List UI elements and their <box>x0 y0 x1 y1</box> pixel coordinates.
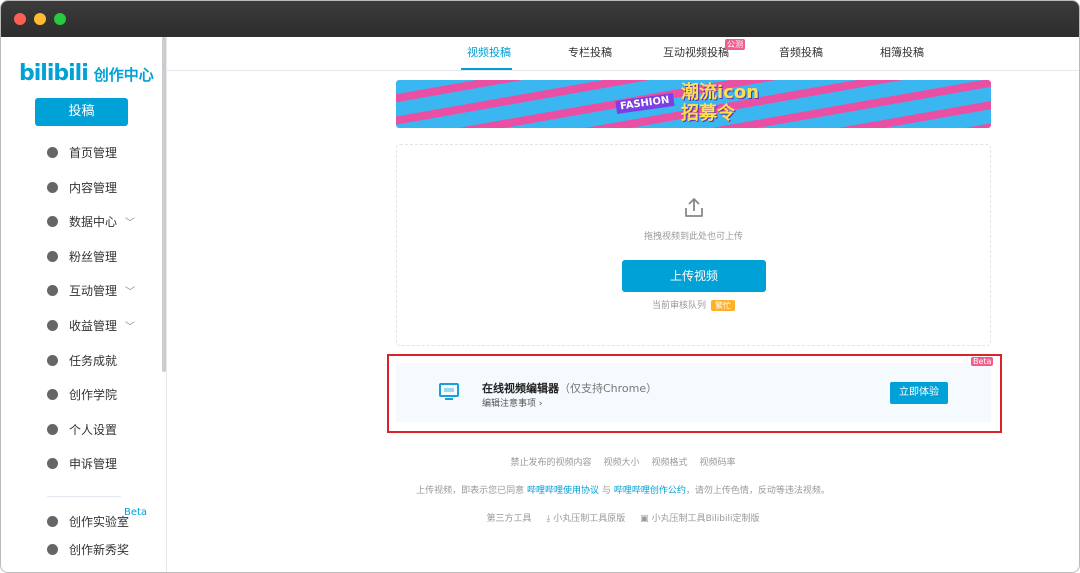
data-icon <box>47 215 58 227</box>
sidebar-item[interactable]: 数据中心 ﹀ <box>47 211 135 231</box>
gear-icon <box>47 423 58 435</box>
sidebar-item-label: 申诉管理 <box>69 456 118 471</box>
tool-original[interactable]: ⤓ 小丸压制工具原版 <box>546 514 625 524</box>
chevron-down-icon[interactable]: ﹀ <box>125 318 135 333</box>
usage-agreement-link[interactable]: 哔哩哔哩使用协议 <box>527 486 599 496</box>
sidebar-item-label: 数据中心 <box>69 214 118 229</box>
sidebar-item-label: 个人设置 <box>69 422 118 437</box>
sidebar-item[interactable]: 互动管理 ﹀ <box>47 280 135 300</box>
logo[interactable]: bilibili 创作中心 <box>19 61 154 86</box>
monitor-icon <box>439 383 459 400</box>
logo-text: bilibili <box>19 61 89 86</box>
footer-link[interactable]: 视频大小 <box>603 458 639 468</box>
tool-bilibili[interactable]: ▣ 小丸压制工具Bilibili定制版 <box>640 514 759 524</box>
income-icon <box>47 319 58 331</box>
sidebar-scrollbar[interactable] <box>162 37 166 372</box>
home-icon <box>47 146 58 158</box>
sidebar-item[interactable]: 创作新秀奖 <box>47 539 129 559</box>
maximize-window-button[interactable] <box>54 13 66 25</box>
footer-link[interactable]: 视频码率 <box>700 458 736 468</box>
beta-badge: Beta <box>124 507 148 518</box>
chevron-down-icon[interactable]: ﹀ <box>125 214 135 229</box>
banner-tag: FASHION <box>615 93 675 114</box>
beta-badge: Beta <box>971 357 994 366</box>
busy-badge: 繁忙 <box>711 300 735 311</box>
tab-interactive-video[interactable]: 互动视频投稿 <box>663 44 729 60</box>
sidebar-item[interactable]: 收益管理 ﹀ <box>47 315 135 335</box>
banner-title: 潮流icon 招募令 <box>681 82 760 124</box>
creator-convention-link[interactable]: 哔哩哔哩创作公约 <box>614 486 686 496</box>
active-tab-indicator <box>461 68 512 70</box>
medal-icon <box>47 354 58 366</box>
footer-link[interactable]: 禁止发布的视频内容 <box>510 458 591 468</box>
queue-status: 当前审核队列 繁忙 <box>397 298 990 311</box>
upload-hint: 拖拽视频到此处也可上传 <box>643 232 743 242</box>
third-party-tools: 第三方工具 ⤓ 小丸压制工具原版 ▣ 小丸压制工具Bilibili定制版 <box>167 511 1079 524</box>
editor-title: 在线视频编辑器（仅支持Chrome） <box>482 382 658 395</box>
tv-icon: ▣ <box>640 514 649 524</box>
chevron-down-icon[interactable]: ﹀ <box>125 283 135 298</box>
browser-window: bilibili 创作中心 投稿 首页管理 内容管理 数据中心 ﹀ 粉丝管理 互动管理 ﹀ 收益… <box>0 0 1080 573</box>
sidebar-item[interactable]: 创作实验室 <box>47 511 129 531</box>
sidebar-item[interactable]: 申诉管理 <box>47 453 117 473</box>
post-button[interactable]: 投稿 <box>35 98 128 126</box>
promo-banner[interactable]: FASHION 潮流icon 招募令 <box>396 80 991 128</box>
tab-video[interactable]: 视频投稿 <box>467 44 511 60</box>
sidebar-item[interactable]: 内容管理 <box>47 177 117 197</box>
logo-suffix: 创作中心 <box>93 66 154 84</box>
tab-audio[interactable]: 音频投稿 <box>779 44 823 60</box>
sidebar-item-label: 收益管理 <box>69 318 118 333</box>
footer-link[interactable]: 视频格式 <box>652 458 688 468</box>
sidebar-item-label: 内容管理 <box>69 180 118 195</box>
shield-icon <box>47 457 58 469</box>
flask-icon <box>47 515 58 527</box>
trophy-icon <box>47 543 58 555</box>
public-beta-badge: 公测 <box>725 39 745 50</box>
sidebar-item-label: 粉丝管理 <box>69 249 118 264</box>
editor-notes-link[interactable]: 编辑注意事项 › <box>482 396 542 409</box>
sidebar-item-label: 创作新秀奖 <box>69 542 130 557</box>
upload-dropzone[interactable]: 拖拽视频到此处也可上传 上传视频 当前审核队列 繁忙 <box>396 144 991 346</box>
sidebar-item-label: 互动管理 <box>69 283 118 298</box>
sidebar-item[interactable]: 个人设置 <box>47 419 117 439</box>
sidebar-item-label: 任务成就 <box>69 353 118 368</box>
sidebar-item[interactable]: 粉丝管理 <box>47 246 117 266</box>
fans-icon <box>47 250 58 262</box>
minimize-window-button[interactable] <box>34 13 46 25</box>
sidebar-item[interactable]: 创作学院 <box>47 384 117 404</box>
sidebar-item-label: 首页管理 <box>69 145 118 160</box>
tab-album[interactable]: 相簿投稿 <box>880 44 924 60</box>
title-bar <box>1 1 1079 37</box>
footer-links: 禁止发布的视频内容 视频大小 视频格式 视频码率 <box>167 455 1079 468</box>
online-editor-card: 在线视频编辑器（仅支持Chrome） 编辑注意事项 › 立即体验 <box>396 363 991 422</box>
sidebar-item-label: 创作实验室 <box>69 514 130 529</box>
close-window-button[interactable] <box>14 13 26 25</box>
sidebar-item[interactable]: 任务成就 <box>47 350 117 370</box>
tab-article[interactable]: 专栏投稿 <box>568 44 612 60</box>
comment-icon <box>47 284 58 296</box>
sidebar-item-label: 创作学院 <box>69 387 118 402</box>
download-icon: ⤓ <box>546 514 551 524</box>
document-icon <box>47 181 58 193</box>
try-now-button[interactable]: 立即体验 <box>890 382 948 404</box>
agreement-text: 上传视频，即表示您已同意 哔哩哔哩使用协议 与 哔哩哔哩创作公约，请勿上传色情，… <box>416 486 830 496</box>
graduation-icon <box>47 388 58 400</box>
sidebar-item[interactable]: 首页管理 <box>47 142 117 162</box>
tab-bar: 视频投稿 专栏投稿 互动视频投稿 公测 音频投稿 相簿投稿 <box>167 37 1079 71</box>
upload-video-button[interactable]: 上传视频 <box>622 260 766 292</box>
upload-icon <box>685 198 703 217</box>
tools-label: 第三方工具 <box>486 514 532 524</box>
sidebar-divider <box>47 496 121 497</box>
